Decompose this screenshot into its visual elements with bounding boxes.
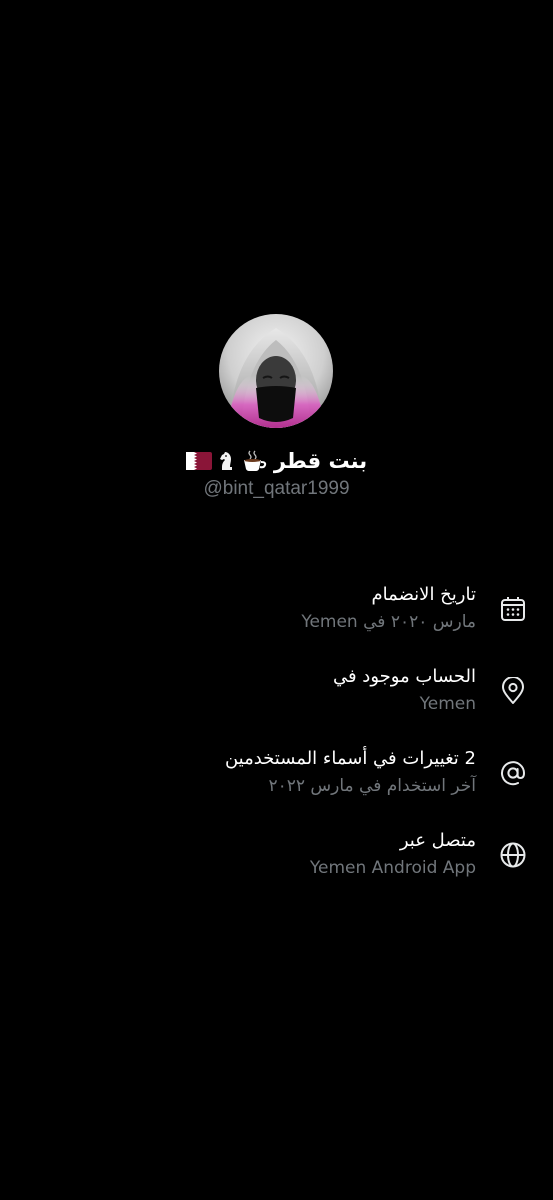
info-title: 2 تغييرات في أسماء المستخدمين bbox=[224, 748, 476, 769]
info-item-location: الحساب موجود في Yemen bbox=[0, 659, 553, 723]
at-sign-icon bbox=[501, 761, 526, 786]
profile-avatar[interactable] bbox=[219, 314, 333, 428]
info-subtitle: مارس ٢٠٢٠ في Yemen bbox=[301, 612, 476, 632]
info-item-username-changes: 2 تغييرات في أسماء المستخدمين آخر استخدا… bbox=[0, 741, 553, 805]
info-subtitle: Yemen bbox=[419, 694, 476, 714]
location-pin-icon bbox=[502, 677, 524, 704]
info-title: تاريخ الانضمام bbox=[371, 584, 476, 605]
display-name: بنت قطر bbox=[273, 449, 368, 473]
qatar-flag-icon bbox=[185, 452, 212, 470]
avatar-image bbox=[219, 314, 333, 428]
info-title: الحساب موجود في bbox=[332, 666, 476, 687]
info-subtitle: Yemen Android App bbox=[309, 858, 476, 878]
profile-handle[interactable]: @bint_qatar1999 bbox=[0, 478, 553, 500]
hot-beverage-icon bbox=[243, 450, 267, 471]
info-subtitle: آخر استخدام في مارس ٢٠٢٢ bbox=[268, 776, 476, 796]
globe-icon bbox=[500, 842, 526, 868]
chess-knight-icon bbox=[219, 452, 232, 470]
info-item-connected-via: متصل عبر Yemen Android App bbox=[0, 823, 553, 887]
profile-name-row: بنت قطر bbox=[0, 444, 553, 478]
calendar-icon bbox=[501, 597, 525, 621]
name-emojis bbox=[185, 450, 268, 472]
info-item-joined: تاريخ الانضمام مارس ٢٠٢٠ في Yemen bbox=[0, 577, 553, 641]
info-title: متصل عبر bbox=[399, 830, 476, 851]
